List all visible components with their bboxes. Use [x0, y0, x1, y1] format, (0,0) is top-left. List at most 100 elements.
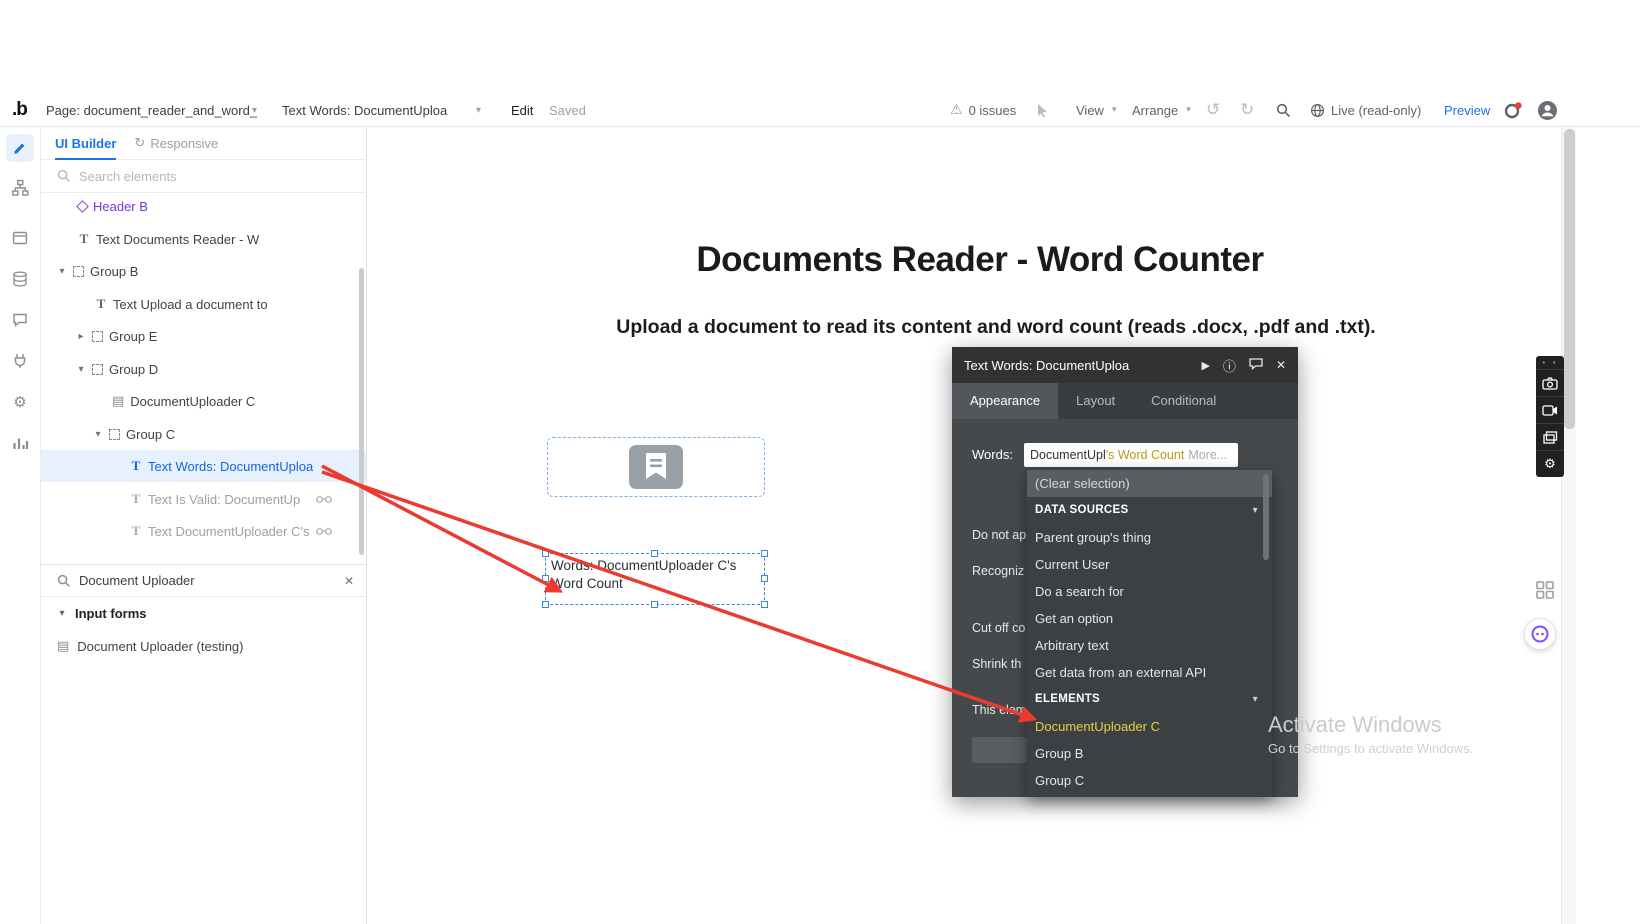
tree-item-text-words-selected[interactable]: T Text Words: DocumentUploa	[41, 450, 366, 482]
design-pencil-icon[interactable]	[6, 134, 34, 162]
property-editor-titlebar[interactable]: Text Words: DocumentUploa ▶ ⓘ ✕	[952, 347, 1298, 383]
edit-label[interactable]: Edit	[511, 93, 533, 127]
undo-button[interactable]: ↺	[1206, 93, 1220, 127]
resize-handle-ne[interactable]	[761, 550, 768, 557]
dropdown-item-group-c[interactable]: Group C	[1027, 767, 1272, 794]
plugins-plug-icon[interactable]	[11, 352, 29, 370]
clear-search-icon[interactable]: ✕	[344, 574, 354, 588]
page-dropdown-caret-icon[interactable]: ▾	[252, 93, 257, 127]
pointer-tool-icon[interactable]	[1036, 93, 1049, 127]
resize-handle-w[interactable]	[542, 575, 549, 582]
tree-item-group-b[interactable]: ▾ Group B	[41, 255, 366, 287]
run-icon[interactable]: ▶	[1201, 359, 1209, 372]
collapse-caret-icon[interactable]: ▾	[93, 429, 103, 440]
database-icon[interactable]	[11, 270, 29, 288]
arrange-caret-icon: ▾	[1186, 105, 1191, 115]
tree-item-text-is-valid[interactable]: T Text Is Valid: DocumentUp	[41, 483, 366, 515]
dropdown-item-group-b[interactable]: Group B	[1027, 740, 1272, 767]
tree-item-group-d[interactable]: ▾ Group D	[41, 353, 366, 385]
tree-item-text-documentuploader-cs[interactable]: T Text DocumentUploader C's	[41, 515, 366, 547]
section-input-forms[interactable]: ▾ Input forms	[41, 597, 366, 630]
dropdown-item-current-user[interactable]: Current User	[1027, 551, 1272, 578]
dropdown-scrollbar-thumb[interactable]	[1263, 474, 1269, 560]
tree-item-group-c[interactable]: ▾ Group C	[41, 418, 366, 450]
comment-icon[interactable]	[1249, 358, 1263, 373]
video-icon[interactable]	[1536, 396, 1564, 423]
property-editor-title: Text Words: DocumentUploa	[964, 358, 1129, 373]
apps-grid-icon[interactable]	[1535, 580, 1555, 605]
tab-appearance[interactable]: Appearance	[952, 383, 1058, 419]
expression-more[interactable]: More...	[1188, 448, 1227, 462]
workflow-icon[interactable]	[11, 179, 29, 197]
resize-handle-s[interactable]	[651, 601, 658, 608]
gear-icon[interactable]: ⚙	[1536, 450, 1564, 477]
dropdown-item-external-api[interactable]: Get data from an external API	[1027, 659, 1272, 686]
settings-gear-icon[interactable]: ⚙	[11, 393, 29, 411]
tab-responsive[interactable]: ↻ Responsive	[134, 136, 218, 151]
resize-handle-sw[interactable]	[542, 601, 549, 608]
info-icon[interactable]: ⓘ	[1223, 356, 1236, 375]
redo-button[interactable]: ↻	[1240, 93, 1254, 127]
live-readonly-indicator[interactable]: Live (read-only)	[1310, 93, 1421, 127]
bubble-editor-screen: .b Page: document_reader_and_word_ ▾ Tex…	[0, 0, 1640, 924]
bubble-logo[interactable]: .b	[12, 93, 27, 127]
element-dropdown[interactable]: Text Words: DocumentUploa	[282, 93, 447, 127]
element-dropdown-caret-icon[interactable]: ▾	[476, 93, 481, 127]
partial-button[interactable]	[972, 737, 1027, 763]
page-dropdown[interactable]: Page: document_reader_and_word_	[46, 93, 257, 127]
element-library-search-row: Document Uploader ✕	[41, 564, 366, 597]
page-scrollbar-thumb[interactable]	[1564, 129, 1575, 429]
close-icon[interactable]: ✕	[1276, 358, 1286, 372]
expression-token[interactable]: DocumentUpl	[1030, 448, 1106, 462]
words-expression-field[interactable]: DocumentUpl's Word CountMore...	[1024, 443, 1238, 467]
dropdown-header-elements[interactable]: ELEMENTS ▾	[1027, 686, 1272, 713]
expand-caret-icon[interactable]: ▸	[76, 331, 86, 342]
dropdown-item-parent-groups-thing[interactable]: Parent group's thing	[1027, 524, 1272, 551]
preview-button[interactable]: Preview	[1444, 93, 1490, 127]
dropdown-item-do-a-search-for[interactable]: Do a search for	[1027, 578, 1272, 605]
camera-icon[interactable]	[1536, 369, 1564, 396]
arrange-menu[interactable]: Arrange▾	[1132, 93, 1191, 127]
page-card-icon[interactable]	[11, 229, 29, 247]
issues-indicator[interactable]: ⚠ 0 issues	[950, 93, 1016, 127]
tree-item-text-documents-reader[interactable]: T Text Documents Reader - W	[41, 223, 366, 255]
globe-icon	[1310, 103, 1325, 118]
expression-suffix[interactable]: 's Word Count	[1106, 448, 1185, 462]
tree-item-header-b[interactable]: Header B	[41, 190, 366, 222]
responsive-refresh-icon: ↻	[134, 136, 145, 151]
tree-item-text-upload[interactable]: T Text Upload a document to	[41, 288, 366, 320]
library-item-document-uploader[interactable]: ▤ Document Uploader (testing)	[41, 630, 366, 663]
search-icon[interactable]	[1276, 93, 1291, 127]
usage-meter-icon[interactable]	[1504, 93, 1522, 127]
search-elements-input[interactable]	[79, 169, 329, 184]
resize-handle-nw[interactable]	[542, 550, 549, 557]
assistant-bot-icon[interactable]	[1524, 618, 1556, 650]
tab-conditional[interactable]: Conditional	[1133, 383, 1234, 419]
logs-chart-icon[interactable]	[11, 434, 29, 452]
selected-text-element[interactable]: Words: DocumentUploader C's Word Count	[545, 553, 765, 605]
file-upload-icon	[629, 445, 683, 489]
tree-item-documentuploader-c[interactable]: ▤ DocumentUploader C	[41, 385, 366, 417]
dropdown-item-get-an-option[interactable]: Get an option	[1027, 605, 1272, 632]
tree-item-group-e[interactable]: ▸ Group E	[41, 320, 366, 352]
drag-dots-icon[interactable]: • •	[1536, 356, 1564, 369]
dropdown-item-documentuploader-c[interactable]: DocumentUploader C	[1027, 713, 1272, 740]
user-avatar[interactable]	[1537, 93, 1558, 127]
document-uploader-element[interactable]	[547, 437, 765, 497]
dropdown-item-arbitrary-text[interactable]: Arbitrary text	[1027, 632, 1272, 659]
dropdown-header-data-sources[interactable]: DATA SOURCES ▾	[1027, 497, 1272, 524]
tab-layout[interactable]: Layout	[1058, 383, 1133, 419]
dropdown-clear-selection[interactable]: (Clear selection)	[1027, 470, 1272, 497]
tab-ui-builder[interactable]: UI Builder	[55, 127, 116, 160]
page-scrollbar[interactable]	[1561, 127, 1576, 924]
collapse-caret-icon[interactable]: ▾	[57, 266, 67, 277]
resize-handle-se[interactable]	[761, 601, 768, 608]
slides-icon[interactable]	[1536, 423, 1564, 450]
tree-scrollbar-thumb[interactable]	[359, 268, 364, 555]
resize-handle-e[interactable]	[761, 575, 768, 582]
view-menu[interactable]: View▾	[1076, 93, 1116, 127]
resize-handle-n[interactable]	[651, 550, 658, 557]
library-search-value[interactable]: Document Uploader	[79, 573, 195, 588]
styles-chat-icon[interactable]	[11, 311, 29, 329]
collapse-caret-icon[interactable]: ▾	[76, 364, 86, 375]
